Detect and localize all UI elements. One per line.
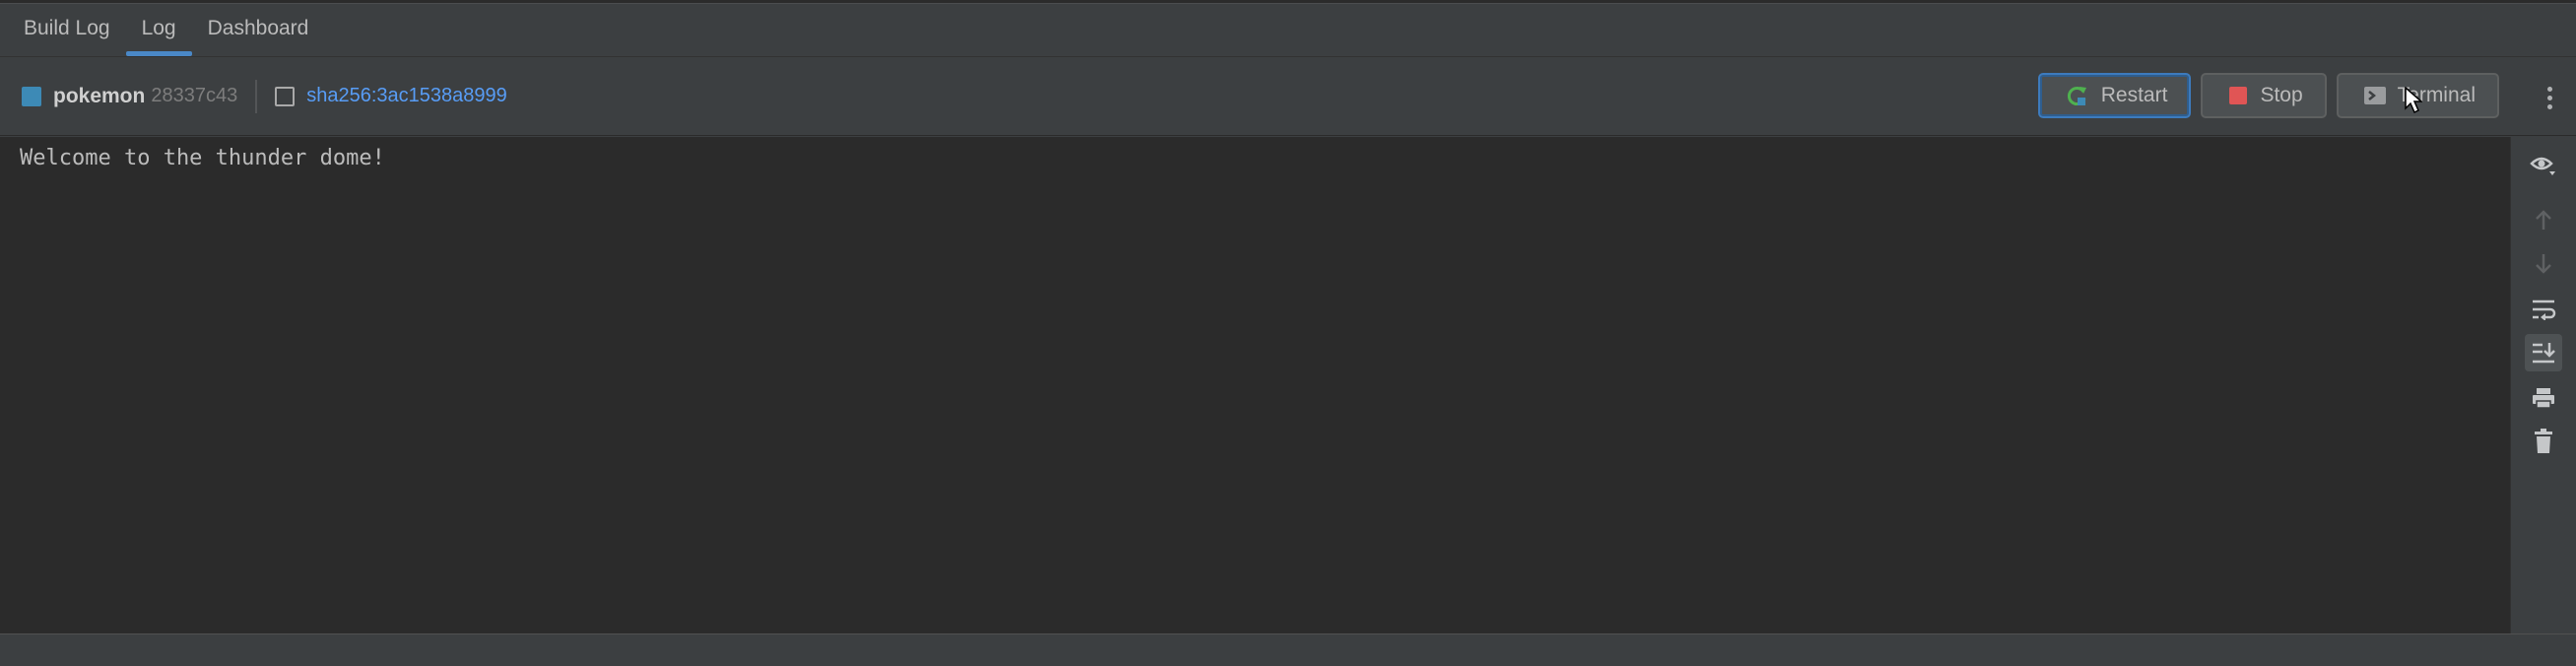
stop-button[interactable]: Stop — [2201, 73, 2327, 118]
mouse-cursor-icon — [2405, 87, 2422, 114]
stop-icon — [2228, 86, 2248, 105]
print-button[interactable] — [2525, 379, 2562, 417]
tab-dashboard[interactable]: Dashboard — [192, 4, 325, 56]
status-bar — [0, 633, 2576, 666]
tab-log[interactable]: Log — [125, 4, 192, 56]
soft-wrap-icon — [2533, 300, 2556, 320]
clear-all-button[interactable] — [2525, 423, 2562, 460]
log-side-toolbar — [2510, 137, 2576, 633]
container-toolbar: pokemon 28337c43 sha256:3ac1538a8999 Res… — [0, 57, 2576, 136]
arrow-up-icon — [2536, 210, 2551, 230]
container-name: pokemon — [53, 84, 146, 107]
soft-wrap-button[interactable] — [2525, 291, 2562, 328]
restart-label: Restart — [2100, 84, 2168, 106]
log-output[interactable]: Welcome to the thunder dome! — [0, 137, 2510, 633]
container-id: 28337c43 — [151, 85, 238, 106]
image-link[interactable]: sha256:3ac1538a8999 — [306, 85, 507, 107]
arrow-down-icon — [2536, 254, 2551, 274]
action-buttons: Restart Stop Terminal — [2037, 73, 2499, 118]
restart-button[interactable]: Restart — [2037, 73, 2192, 118]
trash-icon — [2535, 429, 2552, 453]
scroll-to-end-button[interactable] — [2525, 334, 2562, 371]
tab-bar: Build Log Log Dashboard — [0, 4, 2576, 57]
view-options-button[interactable] — [2525, 147, 2562, 184]
terminal-icon — [2363, 87, 2386, 104]
print-icon — [2533, 388, 2554, 409]
divider — [255, 79, 258, 113]
stop-label: Stop — [2260, 84, 2303, 106]
tab-build-log[interactable]: Build Log — [8, 4, 126, 56]
next-occurrence-button[interactable] — [2525, 245, 2562, 283]
container-status-icon — [22, 86, 41, 106]
log-line: Welcome to the thunder dome! — [20, 146, 385, 170]
scroll-to-end-icon — [2533, 343, 2555, 364]
image-icon — [275, 86, 296, 106]
previous-occurrence-button[interactable] — [2525, 201, 2562, 238]
restart-icon — [2066, 84, 2089, 107]
eye-icon — [2530, 157, 2555, 175]
more-options-icon[interactable] — [2544, 87, 2554, 116]
